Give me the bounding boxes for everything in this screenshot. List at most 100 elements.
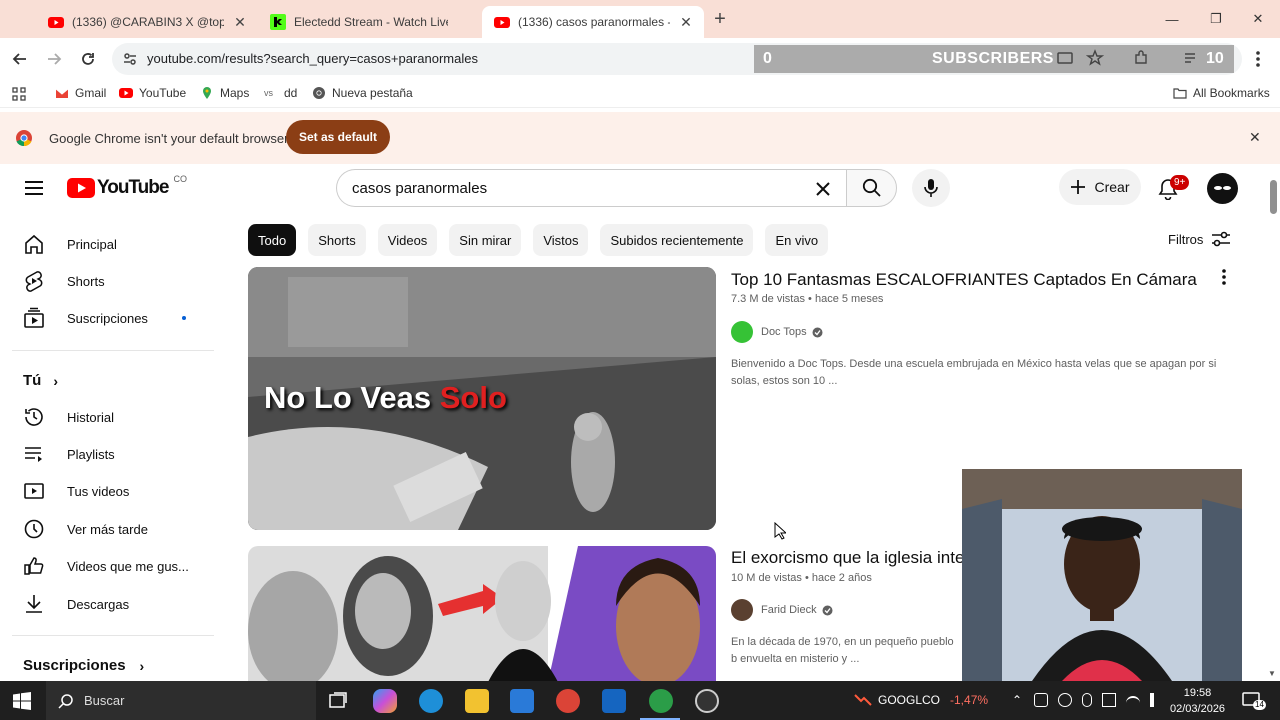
you-section-header[interactable]: Tú › [23,372,58,389]
reload-button[interactable] [78,49,98,69]
chrome-icon [16,130,32,147]
chrome-active-icon[interactable] [649,689,673,713]
task-view-icon[interactable] [326,689,350,713]
chrome-menu-icon[interactable] [1250,49,1266,69]
outlook-icon[interactable] [602,689,626,713]
obs-icon[interactable] [695,689,719,713]
sidebar-item-home[interactable]: Principal [12,226,212,262]
chip-all[interactable]: Todo [248,224,297,256]
bookmark-new-tab[interactable]: Nueva pestaña [312,86,413,100]
browser-tab-active[interactable]: (1336) casos paranormales - Yo ✕ [482,6,704,38]
channel-link[interactable]: Farid Dieck [731,599,833,621]
create-button[interactable]: Crear [1059,169,1141,205]
home-icon [22,232,46,256]
new-tab-button[interactable]: + [710,9,730,29]
sidebar-item-playlists[interactable]: Playlists [12,436,212,472]
forward-button[interactable] [44,49,64,69]
set-as-default-button[interactable]: Set as default [286,120,390,154]
verified-icon [812,327,823,337]
thumbnail-image [248,546,716,682]
battery-icon[interactable] [1102,693,1116,707]
page-scrollbar[interactable] [1270,180,1277,214]
tray-app-icon[interactable] [1034,693,1048,707]
notification-center-icon[interactable]: 14 [1241,690,1266,710]
hamburger-menu-icon[interactable] [24,179,44,197]
back-button[interactable] [10,49,30,69]
close-tab-icon[interactable]: ✕ [232,14,248,30]
sidebar-item-your-videos[interactable]: Tus videos [12,473,212,509]
copilot-icon[interactable] [373,689,397,713]
close-window-button[interactable]: ✕ [1236,0,1280,38]
extensions-icon[interactable] [1132,49,1150,67]
webcam-overlay [962,469,1242,681]
sidebar-item-shorts[interactable]: Shorts [12,263,212,299]
close-tab-icon[interactable] [456,14,472,30]
taskbar-search[interactable]: Buscar [46,681,316,720]
video-description: Bienvenido a Doc Tops. Desde una escuela… [731,358,1217,387]
voice-search-button[interactable] [912,169,950,207]
bookmark-dd[interactable]: vs dd [264,86,297,100]
queue-icon[interactable] [1182,49,1200,67]
sidebar-item-history[interactable]: Historial [12,399,212,435]
chip-videos[interactable]: Videos [377,224,438,256]
youtube-wordmark: YouTube [97,177,169,198]
chip-live[interactable]: En vivo [765,224,829,256]
edge-icon[interactable] [419,689,443,713]
chevron-right-icon: › [139,657,145,674]
windows-start-icon[interactable] [13,692,31,710]
chrome-icon[interactable] [556,689,580,713]
browser-tab[interactable]: (1336) @CARABIN3 X @topboy ✕ [36,6,258,38]
minimize-button[interactable]: — [1150,0,1194,38]
scroll-down-icon[interactable]: ▼ [1268,669,1276,678]
subscriptions-section-header[interactable]: Suscripciones › [23,657,144,674]
all-bookmarks[interactable]: All Bookmarks [1173,86,1270,100]
sidebar-item-liked[interactable]: Videos que me gus... [12,548,212,584]
show-hidden-icons[interactable]: ⌃ [1012,693,1022,707]
chip-unwatched[interactable]: Sin mirar [449,224,522,256]
sidebar-item-watch-later[interactable]: Ver más tarde [12,511,212,547]
chip-recently-uploaded[interactable]: Subidos recientemente [600,224,754,256]
avatar[interactable] [1207,173,1238,204]
bookmarks-bar: Gmail YouTube Maps vs dd Nueva pestaña A… [0,80,1280,108]
channel-avatar [731,321,753,343]
channel-link[interactable]: Doc Tops [731,321,823,343]
search-icon [862,178,881,197]
chip-shorts[interactable]: Shorts [308,224,366,256]
apps-grid-icon[interactable] [12,87,26,101]
chrome-icon [313,87,325,99]
video-title[interactable]: El exorcismo que la iglesia inte [731,548,964,568]
video-thumbnail[interactable]: No Lo Veas Solo [248,267,716,530]
close-icon[interactable]: ✕ [1249,129,1261,146]
chip-watched[interactable]: Vistos [533,224,589,256]
cast-icon[interactable] [1056,49,1074,67]
store-icon[interactable] [510,689,534,713]
file-explorer-icon[interactable] [465,689,489,713]
system-clock[interactable]: 19:58 02/03/2026 [1170,685,1225,717]
search-button[interactable] [846,169,897,207]
search-input[interactable]: casos paranormales [336,169,846,207]
shorts-icon [22,269,46,293]
clear-search-icon[interactable] [815,181,831,197]
youtube-logo[interactable]: YouTube CO [67,174,187,199]
bookmark-youtube[interactable]: YouTube [119,86,186,100]
sidebar-item-downloads[interactable]: Descargas [12,586,212,622]
video-title[interactable]: Top 10 Fantasmas ESCALOFRIANTES Captados… [731,270,1197,290]
close-tab-icon[interactable]: ✕ [678,14,694,30]
filters-button[interactable]: Filtros [1168,230,1231,248]
sidebar-item-subscriptions[interactable]: Suscripciones [12,300,212,336]
star-icon[interactable] [1086,49,1104,67]
bookmark-maps[interactable]: Maps [200,86,249,100]
microphone-icon[interactable] [1082,693,1092,707]
site-info-icon[interactable] [122,51,138,67]
wifi-icon[interactable] [1126,696,1140,706]
cloud-icon[interactable] [1058,693,1072,707]
more-options-icon[interactable] [1216,267,1232,287]
your-videos-icon [22,479,46,503]
video-thumbnail[interactable] [248,546,716,682]
vs-icon: vs [264,88,273,98]
restore-button[interactable]: ❐ [1194,0,1238,38]
stock-ticker[interactable]: GOOGLCO -1,47% [854,693,988,707]
volume-icon[interactable] [1150,693,1164,707]
bookmark-gmail[interactable]: Gmail [55,86,106,100]
browser-tab[interactable]: Electedd Stream - Watch Live o [258,6,482,38]
